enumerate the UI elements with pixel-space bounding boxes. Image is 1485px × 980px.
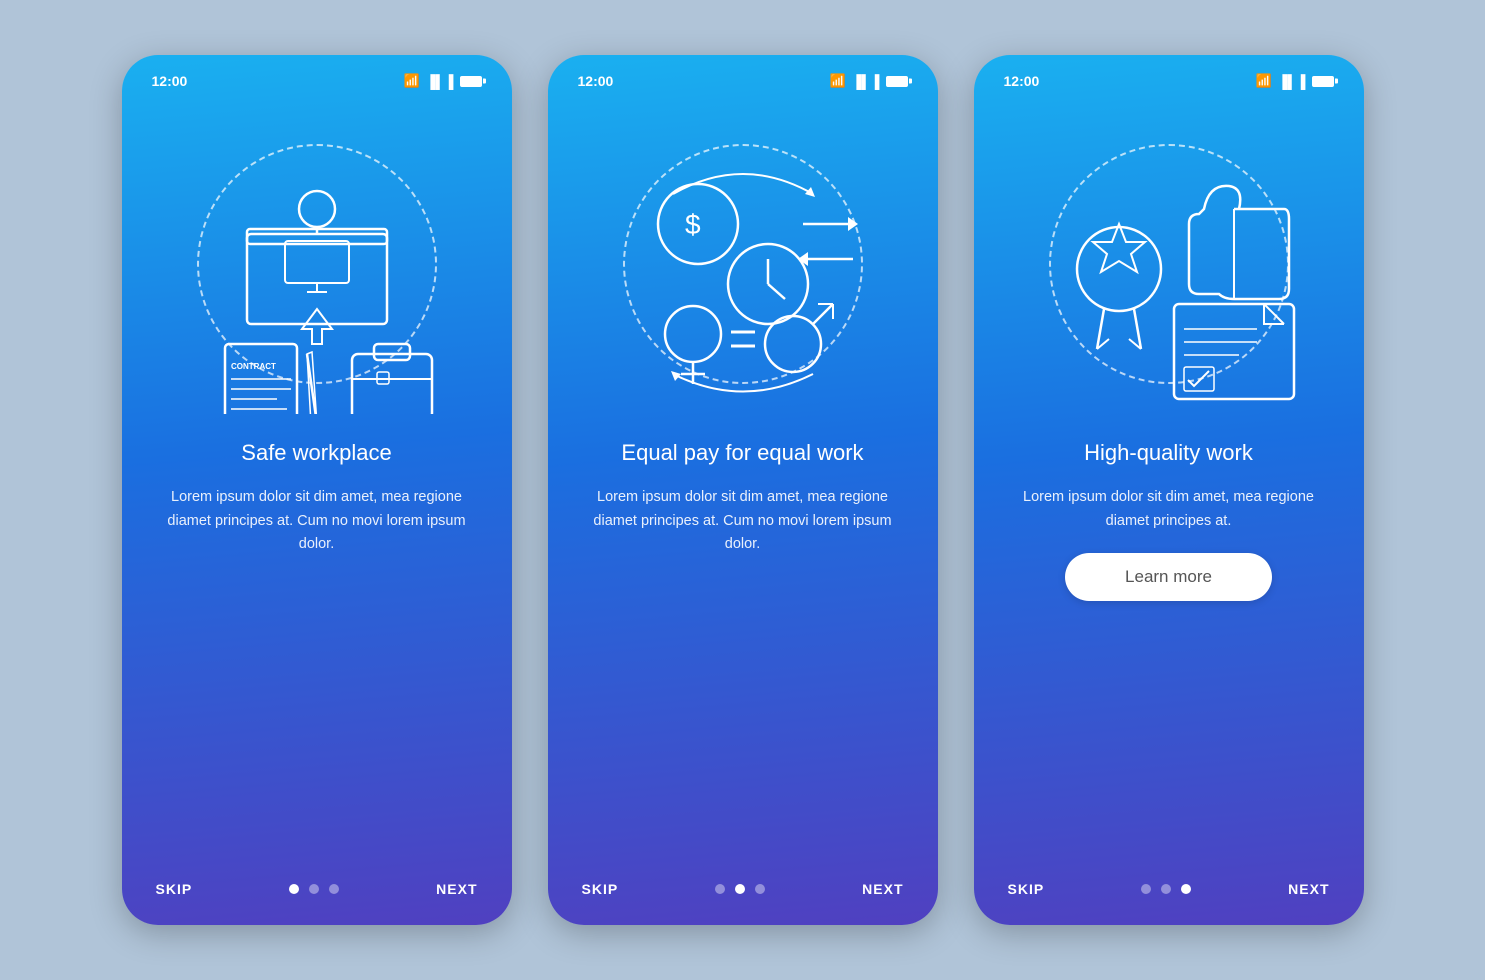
- time-2: 12:00: [578, 73, 614, 89]
- dot-1-1: [289, 884, 299, 894]
- signal-icon-3: ▐▌▐: [1278, 74, 1306, 89]
- phone-screen-3: 12:00 📶 ▐▌▐: [974, 55, 1364, 925]
- bottom-nav-3: SKIP NEXT: [998, 863, 1340, 897]
- dot-2-1: [715, 884, 725, 894]
- svg-text:$: $: [685, 209, 701, 240]
- dot-3-2: [1161, 884, 1171, 894]
- phone-screen-2: 12:00 📶 ▐▌▐ $: [548, 55, 938, 925]
- wifi-icon: 📶: [404, 73, 420, 89]
- screen-body-1: Lorem ipsum dolor sit dim amet, mea regi…: [156, 486, 478, 558]
- battery-icon-2: [886, 76, 908, 87]
- dot-1-3: [329, 884, 339, 894]
- dot-3-1: [1141, 884, 1151, 894]
- dots-2: [715, 884, 765, 894]
- battery-icon: [460, 76, 482, 87]
- screen-body-2: Lorem ipsum dolor sit dim amet, mea regi…: [582, 486, 904, 558]
- phone-screen-1: 12:00 📶 ▐▌▐ CONTRACT: [122, 55, 512, 925]
- time-3: 12:00: [1004, 73, 1040, 89]
- learn-more-button[interactable]: Learn more: [1065, 553, 1272, 601]
- signal-icon: ▐▌▐: [426, 74, 454, 89]
- illustration-area-2: $: [572, 99, 914, 429]
- equal-pay-icon: $: [593, 114, 893, 414]
- illustration-area-1: CONTRACT: [146, 99, 488, 429]
- screen-title-2: Equal pay for equal work: [582, 439, 904, 468]
- signal-icon-2: ▐▌▐: [852, 74, 880, 89]
- status-icons-2: 📶 ▐▌▐: [830, 73, 908, 89]
- status-icons-1: 📶 ▐▌▐: [404, 73, 482, 89]
- dot-1-2: [309, 884, 319, 894]
- skip-button-3[interactable]: SKIP: [1008, 881, 1045, 897]
- dots-3: [1141, 884, 1191, 894]
- screen-title-1: Safe workplace: [156, 439, 478, 468]
- battery-icon-3: [1312, 76, 1334, 87]
- dot-2-2: [735, 884, 745, 894]
- screen-body-3: Lorem ipsum dolor sit dim amet, mea regi…: [1008, 486, 1330, 534]
- illustration-area-3: [998, 99, 1340, 429]
- bottom-nav-1: SKIP NEXT: [146, 863, 488, 897]
- bottom-nav-2: SKIP NEXT: [572, 863, 914, 897]
- skip-button-2[interactable]: SKIP: [582, 881, 619, 897]
- dot-2-3: [755, 884, 765, 894]
- text-area-2: Equal pay for equal work Lorem ipsum dol…: [572, 439, 914, 863]
- svg-text:CONTRACT: CONTRACT: [231, 362, 276, 371]
- dot-3-3: [1181, 884, 1191, 894]
- high-quality-icon: [1019, 114, 1319, 414]
- status-icons-3: 📶 ▐▌▐: [1256, 73, 1334, 89]
- next-button-3[interactable]: NEXT: [1288, 881, 1329, 897]
- next-button-1[interactable]: NEXT: [436, 881, 477, 897]
- next-button-2[interactable]: NEXT: [862, 881, 903, 897]
- text-area-1: Safe workplace Lorem ipsum dolor sit dim…: [146, 439, 488, 863]
- safe-workplace-icon: CONTRACT: [167, 114, 467, 414]
- dots-1: [289, 884, 339, 894]
- time-1: 12:00: [152, 73, 188, 89]
- wifi-icon-2: 📶: [830, 73, 846, 89]
- status-bar-1: 12:00 📶 ▐▌▐: [146, 73, 488, 89]
- wifi-icon-3: 📶: [1256, 73, 1272, 89]
- text-area-3: High-quality work Lorem ipsum dolor sit …: [998, 439, 1340, 863]
- skip-button-1[interactable]: SKIP: [156, 881, 193, 897]
- status-bar-3: 12:00 📶 ▐▌▐: [998, 73, 1340, 89]
- status-bar-2: 12:00 📶 ▐▌▐: [572, 73, 914, 89]
- screen-title-3: High-quality work: [1008, 439, 1330, 468]
